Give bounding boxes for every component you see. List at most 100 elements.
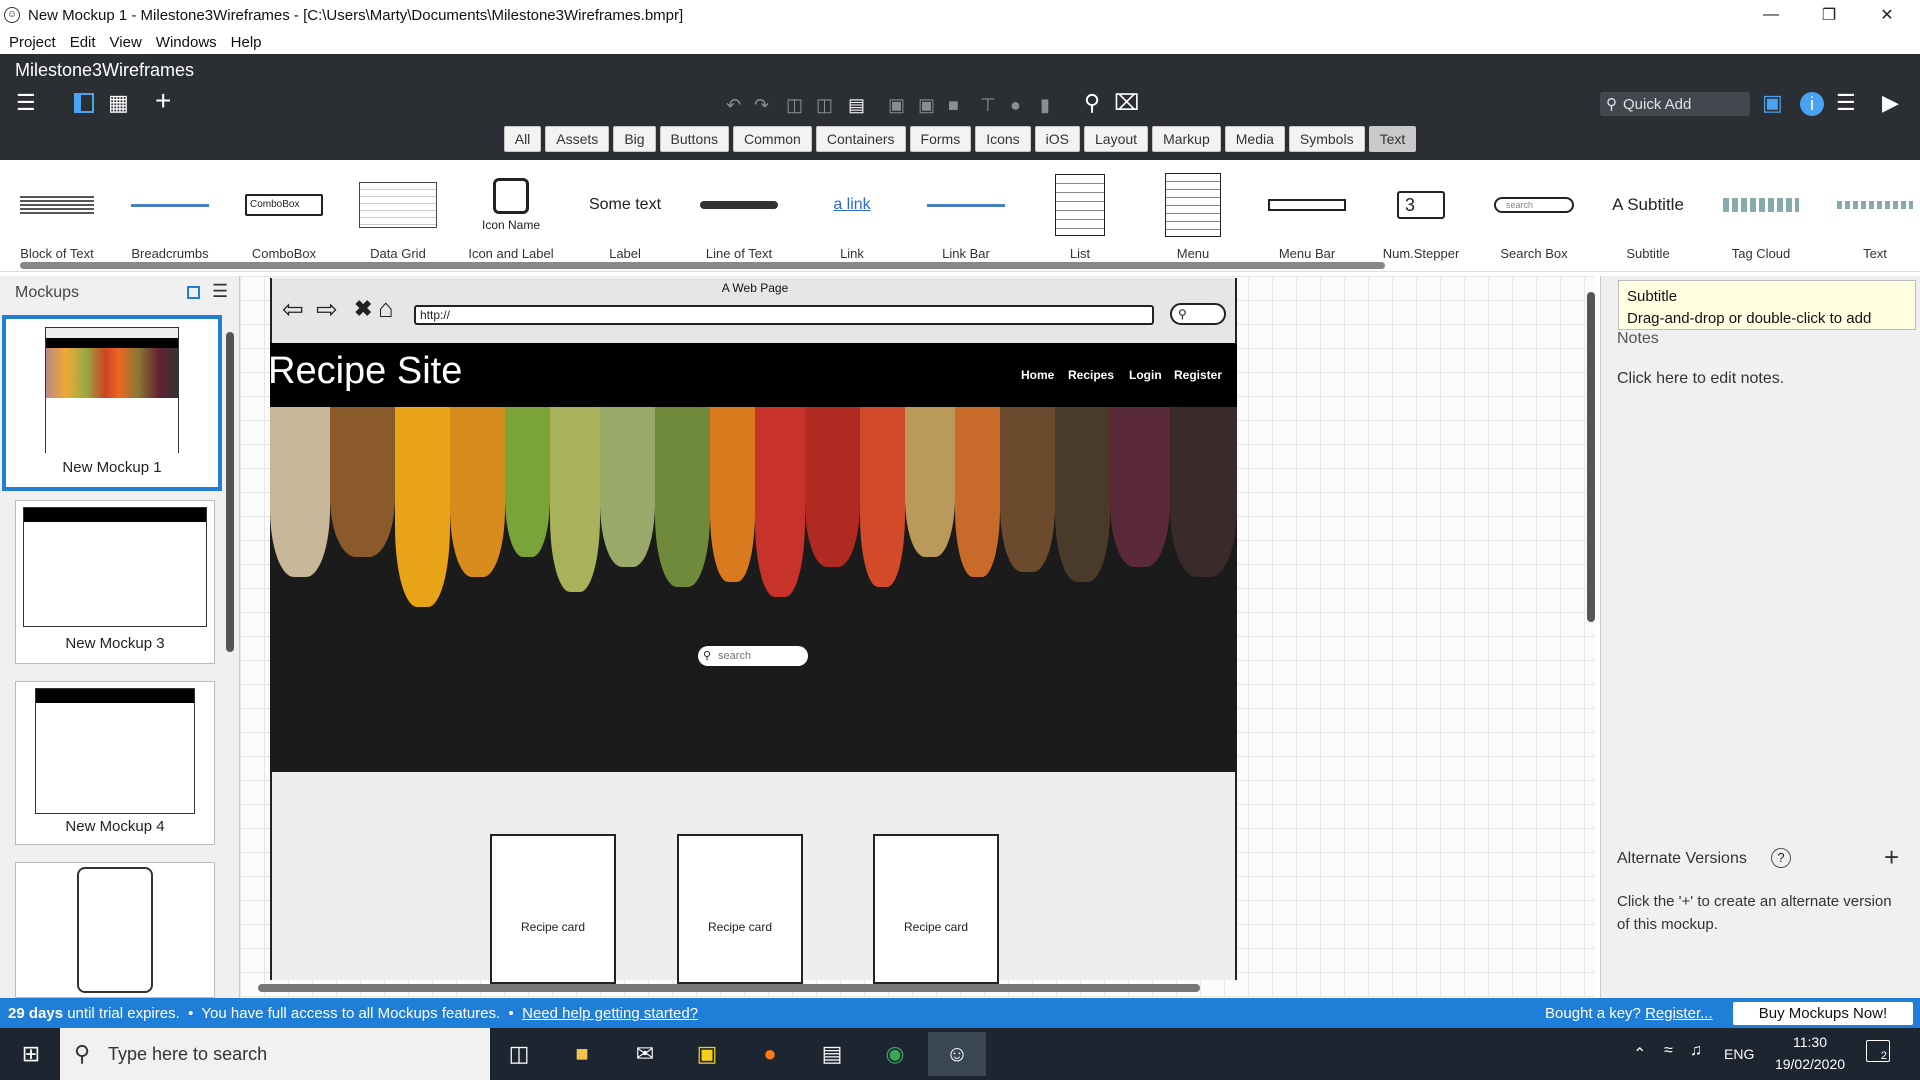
tooltip-text: Drag-and-drop or double-click to add (1627, 310, 1872, 327)
buy-now-button[interactable]: Buy Mockups Now! (1733, 1002, 1913, 1025)
library-item-menu-bar[interactable]: Menu Bar (1252, 174, 1362, 261)
restore-button[interactable]: ❐ (1800, 0, 1858, 30)
canvas-horizontal-scrollbar[interactable] (258, 984, 1200, 992)
menu-edit[interactable]: Edit (70, 34, 96, 51)
sticky-notes-icon[interactable]: ▣ (678, 1032, 736, 1076)
library-item-combobox[interactable]: ComboBox ComboBox (229, 174, 339, 261)
copy-icon[interactable]: ◫ (816, 94, 833, 116)
library-item-data-grid[interactable]: Data Grid (343, 174, 453, 261)
lock-icon[interactable]: ● (1010, 94, 1021, 116)
library-item-link-bar[interactable]: Link Bar (911, 174, 1021, 261)
mockup-thumb-4[interactable]: New Mockup 4 (15, 681, 215, 845)
library-item-tag-cloud[interactable]: Tag Cloud (1706, 174, 1816, 261)
library-item-link[interactable]: a link Link (797, 174, 907, 261)
canvas-vertical-scrollbar[interactable] (1587, 292, 1595, 622)
library-item-subtitle[interactable]: A Subtitle Subtitle (1593, 174, 1703, 261)
firefox-icon[interactable]: ● (741, 1032, 799, 1076)
register-link[interactable]: Register... (1645, 1005, 1713, 1022)
filter-ios[interactable]: iOS (1034, 126, 1081, 152)
clock-time[interactable]: 11:30 (1765, 1034, 1855, 1050)
filter-markup[interactable]: Markup (1152, 126, 1221, 152)
clock-date[interactable]: 19/02/2020 (1765, 1056, 1855, 1072)
search-icon[interactable]: ⚲ (1084, 92, 1100, 114)
language-indicator[interactable]: ENG (1724, 1046, 1754, 1062)
library-item-list[interactable]: List (1025, 174, 1135, 261)
mockup-thumb-5[interactable] (15, 862, 215, 998)
delete-icon[interactable]: ▮ (1040, 94, 1050, 116)
mockup-thumb-1[interactable]: New Mockup 1 (2, 315, 222, 491)
notifications-icon[interactable]: 2 (1866, 1040, 1890, 1062)
nav-home: Home (1021, 368, 1055, 382)
panel-view-icon[interactable] (187, 286, 200, 299)
image-icon[interactable]: ▣ (1762, 92, 1783, 114)
library-item-text[interactable]: Text (1820, 174, 1920, 261)
fullscreen-icon[interactable]: ⌧ (1114, 92, 1139, 114)
filter-icons[interactable]: Icons (975, 126, 1031, 152)
align-icon[interactable]: ⊤ (980, 94, 996, 116)
hamburger-menu-icon[interactable]: ☰ (16, 92, 36, 114)
balsamiq-icon[interactable]: ☺ (928, 1032, 986, 1076)
filter-all[interactable]: All (503, 126, 542, 152)
hero-spices-image (270, 407, 1237, 772)
library-item-label[interactable]: Some text Label (570, 174, 680, 261)
volume-icon[interactable]: ♫ (1690, 1042, 1702, 1060)
notes-editor[interactable]: Click here to edit notes. (1617, 370, 1784, 388)
library-item-search-box[interactable]: search Search Box (1479, 174, 1589, 261)
library-item-breadcrumbs[interactable]: Breadcrumbs (115, 174, 225, 261)
menu-windows[interactable]: Windows (156, 34, 217, 51)
windows-start-icon[interactable]: ⊞ (2, 1032, 60, 1076)
presentation-icon[interactable]: ▶ (1882, 92, 1899, 114)
filter-forms[interactable]: Forms (909, 126, 972, 152)
properties-icon[interactable]: ☰ (1836, 92, 1856, 114)
menu-help[interactable]: Help (231, 34, 262, 51)
menu-project[interactable]: Project (9, 34, 56, 51)
filter-assets[interactable]: Assets (545, 126, 610, 152)
wifi-icon[interactable]: ≈ (1664, 1042, 1673, 1060)
library-scrollbar[interactable] (20, 262, 1385, 269)
info-icon[interactable]: i (1800, 92, 1824, 116)
panel-toggle-icon[interactable] (74, 93, 94, 113)
undo-icon[interactable]: ↶ (726, 94, 741, 116)
mail-icon[interactable]: ✉ (616, 1032, 674, 1076)
add-version-icon[interactable]: + (1884, 842, 1899, 873)
hero-search-placeholder: search (718, 650, 752, 662)
library-item-icon-and-label[interactable]: Icon Name Icon and Label (456, 174, 566, 261)
store-icon[interactable]: ▤ (803, 1032, 861, 1076)
mockup-thumb-3[interactable]: New Mockup 3 (15, 500, 215, 664)
library-item-block-of-text[interactable]: Block of Text (2, 174, 112, 261)
filter-common[interactable]: Common (733, 126, 812, 152)
library-item-line-of-text[interactable]: Line of Text (684, 174, 794, 261)
menu-view[interactable]: View (110, 34, 142, 51)
close-button[interactable]: ✕ (1858, 0, 1916, 30)
library-item-num-stepper[interactable]: 3 Num.Stepper (1366, 174, 1476, 261)
filter-containers[interactable]: Containers (815, 126, 906, 152)
minimize-button[interactable]: — (1742, 0, 1800, 30)
group-icon[interactable]: ▣ (888, 94, 905, 116)
task-view-icon[interactable]: ◫ (490, 1032, 548, 1076)
cut-icon[interactable]: ◫ (786, 94, 803, 116)
alt-versions-label: Alternate Versions (1617, 850, 1747, 867)
library-item-menu[interactable]: Menu (1138, 173, 1248, 261)
filter-big[interactable]: Big (613, 126, 656, 152)
mockups-scrollbar[interactable] (226, 332, 234, 652)
filter-symbols[interactable]: Symbols (1288, 126, 1365, 152)
chevron-up-icon[interactable]: ⌃ (1633, 1044, 1646, 1064)
grid-view-icon[interactable]: ▦ (108, 92, 129, 114)
chrome-icon[interactable]: ◉ (866, 1032, 924, 1076)
ungroup-icon[interactable]: ▣ (918, 94, 935, 116)
filter-text[interactable]: Text (1368, 126, 1417, 152)
quick-add-input[interactable]: ⚲ Quick Add (1600, 92, 1750, 116)
file-explorer-icon[interactable]: ■ (553, 1032, 611, 1076)
help-icon[interactable]: ? (1771, 848, 1791, 868)
redo-icon[interactable]: ↷ (754, 94, 769, 116)
add-icon[interactable]: + (155, 87, 171, 115)
bring-front-icon[interactable]: ■ (948, 94, 959, 116)
help-link[interactable]: Need help getting started? (522, 1005, 698, 1022)
filter-buttons[interactable]: Buttons (659, 126, 730, 152)
library-tooltip: Subtitle Drag-and-drop or double-click t… (1618, 280, 1916, 330)
paste-icon[interactable]: ▤ (848, 94, 865, 116)
taskbar-search[interactable]: ⚲ Type here to search (60, 1028, 490, 1080)
panel-menu-icon[interactable]: ☰ (212, 281, 228, 302)
filter-layout[interactable]: Layout (1084, 126, 1149, 152)
filter-media[interactable]: Media (1224, 126, 1285, 152)
